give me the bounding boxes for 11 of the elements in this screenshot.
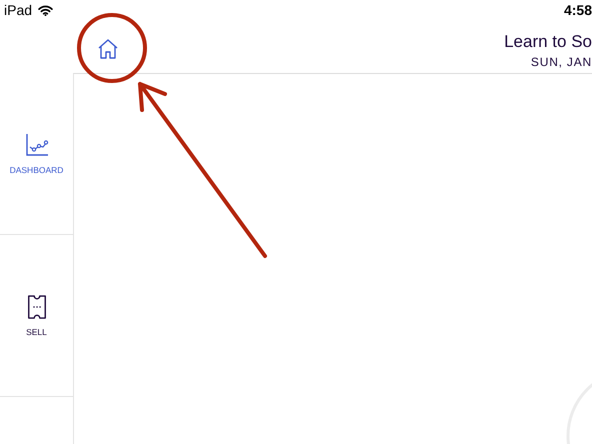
annotation-circle bbox=[77, 13, 147, 83]
event-date: SUN, JAN bbox=[530, 55, 592, 69]
sidebar-item[interactable]: SELL bbox=[24, 292, 50, 338]
device-name: iPad bbox=[4, 2, 32, 18]
wifi-icon bbox=[38, 4, 54, 16]
line-chart-icon bbox=[24, 132, 48, 156]
event-title: Learn to So bbox=[504, 32, 592, 52]
ticket-icon bbox=[26, 294, 48, 318]
sidebar-item[interactable]: DASHBOARD bbox=[8, 130, 66, 176]
status-time: 4:58 bbox=[564, 2, 592, 18]
home-icon[interactable] bbox=[96, 37, 120, 61]
